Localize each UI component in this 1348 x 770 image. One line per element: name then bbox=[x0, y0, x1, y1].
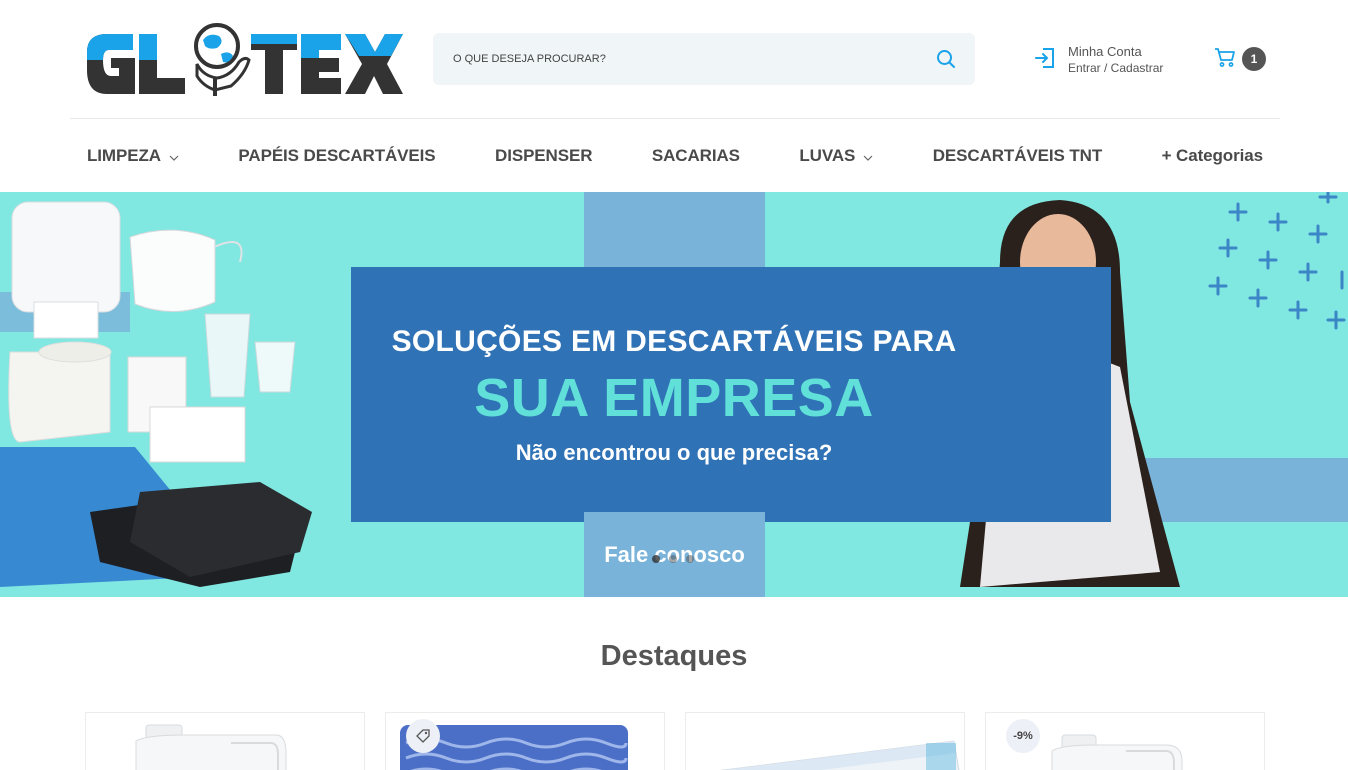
glotex-logo[interactable] bbox=[85, 20, 405, 98]
nav-label: SACARIAS bbox=[651, 146, 740, 165]
carousel-dots bbox=[652, 555, 694, 563]
banner-highlight: SUA EMPRESA bbox=[474, 368, 874, 428]
login-icon bbox=[1034, 46, 1056, 75]
main-nav: LIMPEZA PAPÉIS DESCARTÁVEIS DISPENSER SA… bbox=[87, 120, 1263, 192]
product-card[interactable] bbox=[85, 712, 365, 770]
cart-icon bbox=[1213, 45, 1237, 74]
nav-item-luvas[interactable]: LUVAS bbox=[799, 146, 873, 166]
account-title: Minha Conta bbox=[1068, 44, 1142, 59]
nav-label: LIMPEZA bbox=[87, 146, 161, 165]
nav-label: LUVAS bbox=[799, 146, 856, 165]
product-image bbox=[135, 724, 287, 770]
featured-products: -9% bbox=[85, 712, 1265, 770]
nav-item-descartaveis-tnt[interactable]: DESCARTÁVEIS TNT bbox=[933, 146, 1102, 166]
site-header: Minha Conta Entrar / Cadastrar 1 bbox=[0, 0, 1348, 119]
search-icon[interactable] bbox=[935, 48, 957, 70]
nav-label: PAPÉIS DESCARTÁVEIS bbox=[238, 146, 436, 165]
nav-item-sacarias[interactable]: SACARIAS bbox=[652, 146, 740, 166]
hero-banner[interactable]: SOLUÇÕES EM DESCARTÁVEIS PARA SUA EMPRES… bbox=[0, 192, 1348, 597]
account-link[interactable]: Minha Conta Entrar / Cadastrar bbox=[1034, 40, 1163, 80]
nav-item-more-categories[interactable]: + Categorias bbox=[1162, 146, 1263, 166]
chevron-down-icon bbox=[863, 155, 873, 161]
search-bar bbox=[433, 33, 975, 85]
product-card[interactable] bbox=[685, 712, 965, 770]
tag-icon bbox=[406, 719, 440, 753]
search-input[interactable] bbox=[433, 33, 923, 85]
banner-headline: SOLUÇÕES EM DESCARTÁVEIS PARA bbox=[391, 325, 957, 358]
product-image bbox=[719, 740, 960, 770]
account-login-register[interactable]: Entrar / Cadastrar bbox=[1068, 60, 1163, 77]
product-card[interactable]: -9% bbox=[985, 712, 1265, 770]
banner-subtitle: Não encontrou o que precisa? bbox=[515, 440, 833, 465]
cart-button[interactable]: 1 bbox=[1213, 46, 1266, 72]
carousel-dot-1[interactable] bbox=[652, 555, 660, 563]
header-divider bbox=[70, 118, 1280, 119]
nav-item-dispenser[interactable]: DISPENSER bbox=[495, 146, 592, 166]
carousel-dot-3[interactable] bbox=[686, 555, 694, 563]
nav-label: + Categorias bbox=[1161, 146, 1263, 165]
nav-item-limpeza[interactable]: LIMPEZA bbox=[87, 146, 179, 166]
nav-item-papeis-descartaveis[interactable]: PAPÉIS DESCARTÁVEIS bbox=[238, 146, 435, 166]
featured-title: Destaques bbox=[600, 640, 748, 672]
nav-label: DISPENSER bbox=[495, 146, 593, 165]
discount-badge: -9% bbox=[1006, 719, 1040, 753]
account-text: Minha Conta Entrar / Cadastrar bbox=[1068, 43, 1163, 77]
nav-label: DESCARTÁVEIS TNT bbox=[932, 146, 1103, 165]
cart-count-badge: 1 bbox=[1242, 47, 1266, 71]
chevron-down-icon bbox=[169, 155, 179, 161]
carousel-dot-2[interactable] bbox=[669, 555, 677, 563]
product-card[interactable] bbox=[385, 712, 665, 770]
